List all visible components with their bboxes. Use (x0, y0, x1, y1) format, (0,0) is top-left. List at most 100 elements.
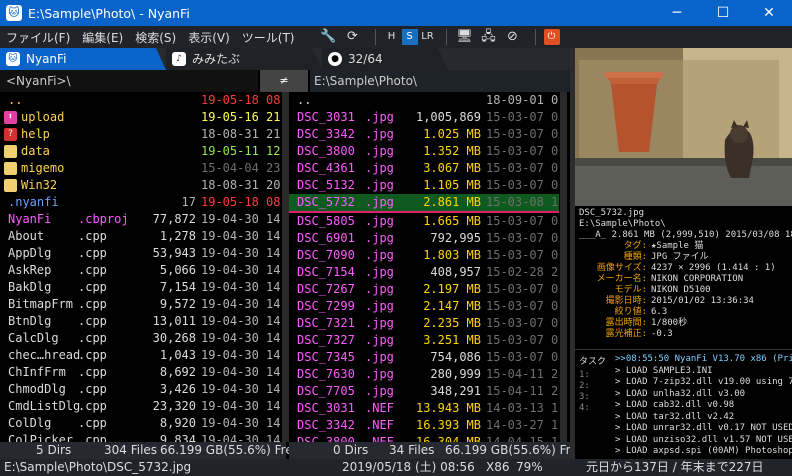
file-row[interactable]: ChmodDlg .cpp 3,426 19-04-30 14 (0, 381, 282, 398)
file-row[interactable]: ? help 18-08-31 21 (0, 126, 282, 143)
task-panel: タスク 1: 2: 3: 4: >>08:55:50 NyanFi V13.70… (575, 349, 792, 460)
tab-nyanfi[interactable]: 🐱 NyanFi (0, 48, 166, 70)
right-file-list[interactable]: .. 18-09-01 08 DSC_3031 .jpg 1,005,869 15-03-… (289, 92, 559, 442)
file-row[interactable]: BitmapFrm .cpp 9,572 19-04-30 14 (0, 296, 282, 313)
file-date: 15-03-07 09 (486, 144, 559, 158)
file-row[interactable]: BakDlg .cpp 7,154 19-04-30 14 (0, 279, 282, 296)
menu-view[interactable]: 表示(V) (182, 29, 236, 46)
menu-edit[interactable]: 編集(E) (76, 29, 129, 46)
left-file-list[interactable]: .. 19-05-18 08 ⬆ upload 19-05-16 21? help 18-0… (0, 92, 282, 442)
file-row[interactable]: DSC_7630 .jpg 280,999 15-04-11 22 (289, 366, 559, 383)
wrench-icon[interactable]: 🔧 (319, 28, 339, 46)
file-row[interactable]: DSC_7090 .jpg 1.803 MB 15-03-07 09 (289, 247, 559, 264)
file-row[interactable]: .. 19-05-18 08 (0, 92, 282, 109)
file-row[interactable]: DSC_7154 .jpg 408,957 15-02-28 21 (289, 264, 559, 281)
file-name: upload (21, 110, 65, 124)
file-date: 15-03-07 09 (486, 248, 559, 262)
file-ext: .jpg (365, 384, 394, 398)
file-row[interactable]: DSC_7321 .jpg 2.235 MB 15-03-07 09 (289, 315, 559, 332)
file-date: 19-04-30 14 (201, 246, 281, 260)
file-row[interactable]: DSC_5732 .jpg 2.861 MB 15-03-08 18 (289, 194, 559, 213)
network-icon[interactable]: 🖧 (479, 28, 499, 46)
info-row-ev: 露光補正: -0.3 (575, 329, 792, 340)
file-row[interactable]: DSC_3031 .NEF 13.943 MB 14-03-13 17 (289, 400, 559, 417)
file-row[interactable]: ColDlg .cpp 8,920 19-04-30 14 (0, 415, 282, 432)
file-name: AppDlg (8, 246, 52, 260)
file-size: 1,043 (159, 348, 196, 362)
file-row[interactable]: DSC_3342 .NEF 16.393 MB 14-03-27 12 (289, 417, 559, 434)
file-row[interactable]: ColPicker .cpp 9,834 19-04-30 14 (0, 432, 282, 442)
file-name: DSC_5805 (297, 214, 355, 228)
right-status: 0 Dirs 34 Files 66.199 GB(55.6%) Free (289, 442, 585, 459)
file-row[interactable]: DSC_6901 .jpg 792,995 15-03-07 09 (289, 230, 559, 247)
file-row[interactable]: AskRep .cpp 5,066 19-04-30 14 (0, 262, 282, 279)
close-button[interactable]: ✕ (746, 0, 792, 26)
file-name: DSC_3800 (297, 144, 355, 158)
file-row[interactable]: BtnDlg .cpp 13,011 19-04-30 14 (0, 313, 282, 330)
no-entry-icon[interactable]: ⊘ (503, 28, 523, 46)
right-scrollbar[interactable] (560, 92, 567, 442)
file-ext: .jpg (365, 144, 394, 158)
file-row[interactable]: ChInfFrm .cpp 8,692 19-04-30 14 (0, 364, 282, 381)
power-icon[interactable]: ⏻ (543, 29, 560, 45)
maximize-button[interactable]: ☐ (700, 0, 746, 26)
file-row[interactable]: DSC_3800 .jpg 1.352 MB 15-03-07 09 (289, 143, 559, 160)
mode-s-button[interactable]: S (401, 29, 418, 45)
menu-tools[interactable]: ツール(T) (236, 29, 301, 46)
right-path[interactable]: E:\Sample\Photo\ (310, 70, 570, 92)
info-value: 6.3 (651, 307, 668, 317)
file-row[interactable]: DSC_5132 .jpg 1.105 MB 15-03-07 09 (289, 177, 559, 194)
file-row[interactable]: migemo 15-04-04 23 (0, 160, 282, 177)
file-size: 1.352 MB (423, 144, 481, 158)
file-date: 19-04-30 14 (201, 314, 281, 328)
file-row[interactable]: AppDlg .cpp 53,943 19-04-30 14 (0, 245, 282, 262)
mode-lr-button[interactable]: LR (420, 29, 436, 45)
file-row[interactable]: DSC_3342 .jpg 1.025 MB 15-03-07 09 (289, 126, 559, 143)
file-name: CmdListDlg (8, 399, 81, 413)
minimize-button[interactable]: ─ (654, 0, 700, 26)
file-row[interactable]: NyanFi .cbproj 77,872 19-04-30 14 (0, 211, 282, 228)
file-ext: .cpp (78, 314, 107, 328)
help-icon: ? (4, 128, 17, 141)
file-row[interactable]: DSC_7345 .jpg 754,086 15-03-07 09 (289, 349, 559, 366)
file-row[interactable]: ⬆ upload 19-05-16 21 (0, 109, 282, 126)
file-row[interactable]: DSC_5805 .jpg 1.665 MB 15-03-07 09 (289, 213, 559, 230)
info-row-shot: 撮影日時: 2015/01/02 13:36:34 (575, 296, 792, 307)
file-row[interactable]: DSC_7267 .jpg 2.197 MB 15-03-07 09 (289, 281, 559, 298)
right-dir-count: 0 Dirs (333, 443, 369, 457)
file-row[interactable]: .nyanfi 17 19-05-18 08 (0, 194, 282, 211)
tab-3264[interactable]: ● 32/64 (322, 48, 448, 70)
left-file-count: 304 Files (104, 443, 158, 457)
file-row[interactable]: DSC_7299 .jpg 2.147 MB 15-03-07 09 (289, 298, 559, 315)
file-row[interactable]: CmdListDlg .cpp 23,320 19-04-30 14 (0, 398, 282, 415)
file-row[interactable]: DSC_4361 .jpg 3.067 MB 15-03-07 09 (289, 160, 559, 177)
left-scrollbar[interactable] (282, 92, 289, 442)
menu-file[interactable]: ファイル(F) (0, 29, 76, 46)
file-row[interactable]: CalcDlg .cpp 30,268 19-04-30 14 (0, 330, 282, 347)
cat-icon: 🐱 (6, 5, 22, 21)
left-path[interactable]: <NyanFi>\ (0, 70, 258, 92)
file-row[interactable]: About .cpp 1,278 19-04-30 14 (0, 228, 282, 245)
file-row[interactable]: data 19-05-11 12 (0, 143, 282, 160)
file-row[interactable]: DSC_7327 .jpg 3.251 MB 15-03-07 09 (289, 332, 559, 349)
file-row[interactable]: Win32 18-08-31 20 (0, 177, 282, 194)
file-row[interactable]: DSC_3031 .jpg 1,005,869 15-03-07 09 (289, 109, 559, 126)
music-icon: ♪ (172, 52, 186, 66)
file-row[interactable]: chec…hread .cpp 1,043 19-04-30 14 (0, 347, 282, 364)
mode-h-button[interactable]: H (384, 29, 400, 45)
tab-mimitabu[interactable]: ♪ みみたぶ (166, 48, 322, 70)
menu-search[interactable]: 検索(S) (129, 29, 182, 46)
file-name: DSC_4361 (297, 161, 355, 175)
toolbar-separator (374, 29, 376, 45)
file-row[interactable]: .. 18-09-01 08 (289, 92, 559, 109)
file-row[interactable]: DSC_7705 .jpg 348,291 15-04-11 22 (289, 383, 559, 400)
file-name: DSC_7327 (297, 333, 355, 347)
file-name: BakDlg (8, 280, 52, 294)
monitor-icon[interactable]: 🖥 (455, 28, 475, 46)
file-date: 15-03-08 18 (486, 195, 559, 209)
refresh-icon[interactable]: ⟳ (343, 28, 363, 46)
file-row[interactable]: DSC_3800 .NEF 16.304 MB 14-04-15 12 (289, 434, 559, 442)
file-ext: .cpp (78, 399, 107, 413)
sync-toggle-button[interactable]: ≠ (260, 70, 308, 92)
file-size: 792,995 (430, 231, 481, 245)
